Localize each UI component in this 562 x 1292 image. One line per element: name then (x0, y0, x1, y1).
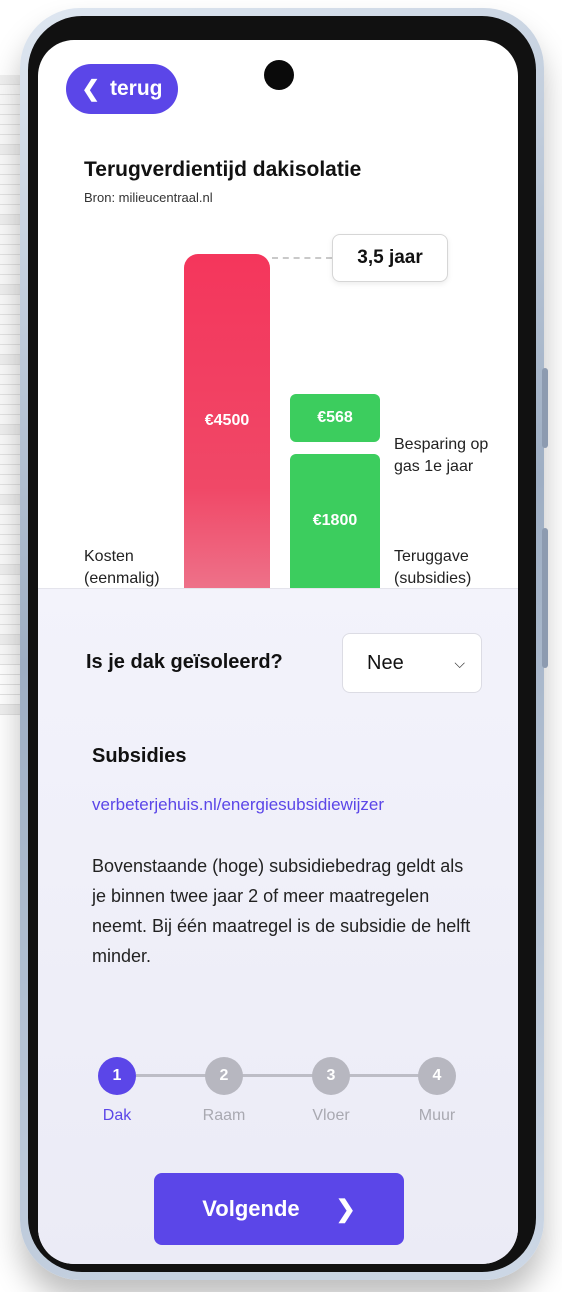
payback-callout: 3,5 jaar (332, 234, 448, 282)
step-dak[interactable]: 1 (98, 1057, 136, 1095)
callout-connector (272, 257, 332, 259)
chevron-left-icon: ❮ (81, 76, 100, 101)
front-camera (264, 60, 294, 90)
insulated-select[interactable]: Nee ⌵ (342, 633, 482, 693)
question-label: Is je dak geïsoleerd? (86, 651, 283, 673)
back-button-label: terug (109, 77, 163, 100)
select-value: Nee (367, 651, 404, 674)
power-button (542, 528, 548, 668)
bar-subsidy-value: €1800 (312, 512, 358, 530)
subsidies-title: Subsidies (92, 745, 187, 767)
chart-source: Bron: milieucentraal.nl (84, 190, 213, 205)
bar-cost-value: €4500 (204, 412, 250, 429)
progress-stepper: 1 2 3 4 Dak Raam Vloer Muur (38, 1051, 518, 1151)
saving-label: Besparing op gas 1e jaar (394, 436, 489, 475)
subsidies-link[interactable]: verbeterjehuis.nl/energiesubsidiewijzer (92, 795, 384, 815)
chevron-down-icon: ⌵ (454, 654, 465, 671)
subsidies-text: Bovenstaande (hoge) subsidiebedrag geldt… (92, 856, 471, 966)
step-vloer[interactable]: 3 (312, 1057, 350, 1095)
step-label-raam: Raam (202, 1107, 246, 1124)
step-label-dak: Dak (102, 1107, 132, 1124)
chart-title: Terugverdientijd dakisolatie (84, 158, 362, 181)
bar-saving: €568 (290, 394, 380, 443)
payback-chart: 3,5 jaar €4500 €1800 €568 Kosten (eenmal… (38, 220, 518, 588)
chevron-right-icon: ❯ (335, 1195, 356, 1223)
step-label-muur: Muur (418, 1107, 456, 1124)
step-muur[interactable]: 4 (418, 1057, 456, 1095)
volume-button (542, 368, 548, 448)
stepper-line (136, 1074, 420, 1077)
back-button[interactable]: ❮ terug (66, 64, 178, 114)
cost-label: Kosten (eenmalig) (84, 548, 160, 587)
step-label-vloer: Vloer (312, 1107, 350, 1124)
lower-panel: Is je dak geïsoleerd? Nee ⌵ Subsidies ve… (38, 588, 518, 1264)
subsidy-label: Teruggave (subsidies) (394, 548, 472, 587)
bar-saving-value: €568 (317, 409, 353, 427)
app-screen: ❮ terug Terugverdientijd dakisolatie Bro… (38, 40, 518, 1264)
next-button[interactable]: Volgende ❯ (154, 1173, 404, 1245)
step-raam[interactable]: 2 (205, 1057, 243, 1095)
next-button-label: Volgende (202, 1196, 300, 1221)
bar-subsidy: €1800 (290, 454, 380, 588)
bar-cost: €4500 (184, 254, 270, 588)
